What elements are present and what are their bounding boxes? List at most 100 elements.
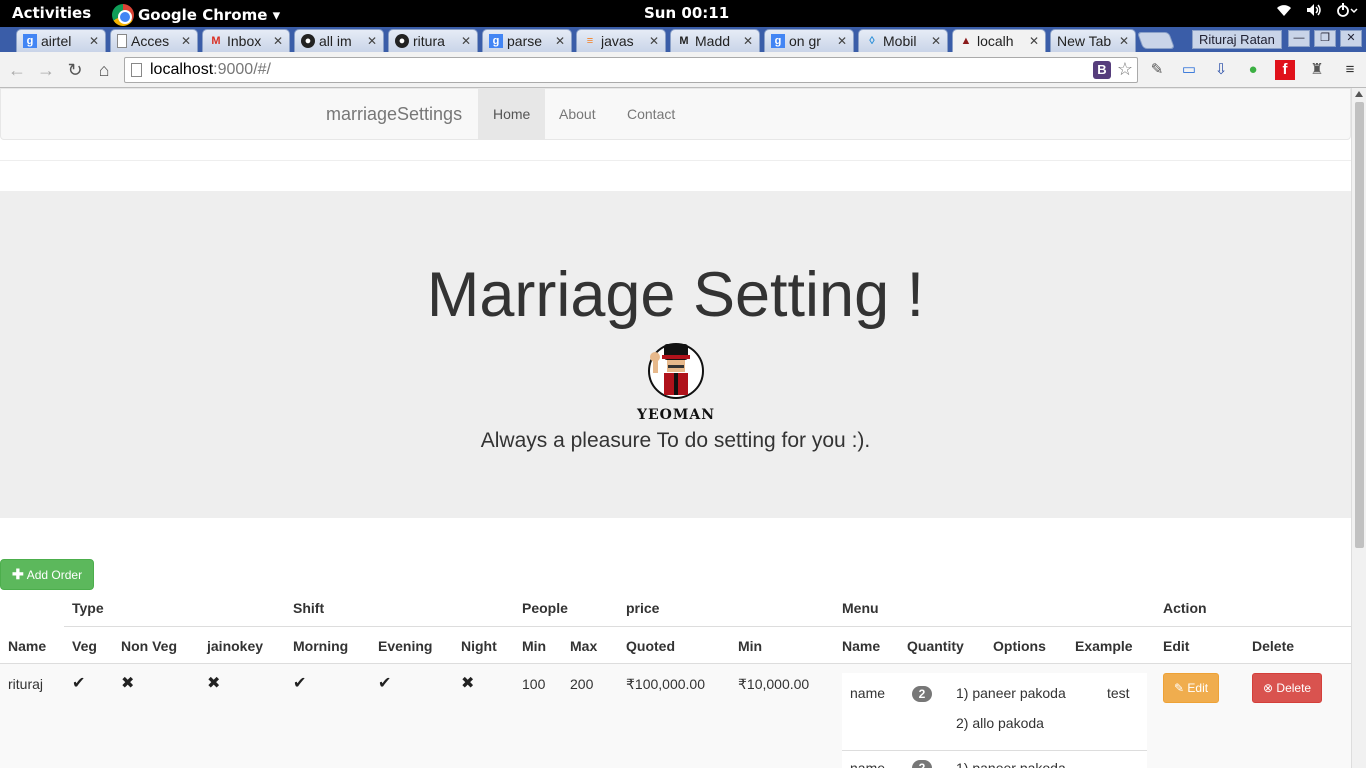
forward-arrow-icon[interactable]: → — [34, 58, 58, 82]
reload-icon[interactable]: ↻ — [63, 58, 87, 82]
wifi-icon[interactable] — [1276, 3, 1292, 21]
delete-label: Delete — [1276, 681, 1312, 695]
jumbotron: Marriage Setting ! YEOMAN Always a pleas… — [0, 191, 1351, 518]
menu-option: 2) allo pakoda — [956, 715, 1044, 731]
menu-subtable: name 2 1) paneer pakoda 2) allo pakoda t… — [842, 673, 1147, 768]
browser-tab[interactable]: g on gr ✕ — [764, 29, 854, 52]
page-viewport: marriageSettings Home About Contact Marr… — [0, 88, 1351, 768]
home-icon[interactable]: ⌂ — [92, 58, 116, 82]
navbar: marriageSettings Home About Contact — [0, 88, 1351, 140]
col-header-non-veg: Non Veg — [121, 638, 178, 654]
browser-tab[interactable]: M Inbox ✕ — [202, 29, 290, 52]
nav-contact[interactable]: Contact — [612, 89, 690, 140]
col-header-night: Night — [461, 638, 497, 654]
maximize-window-button[interactable]: ❐ — [1314, 30, 1336, 47]
check-icon: ✔ — [378, 675, 392, 692]
clock[interactable]: Sun 00:11 — [644, 4, 729, 22]
back-arrow-icon[interactable]: ← — [5, 58, 29, 82]
browser-tab-active[interactable]: ▲ localh ✕ — [952, 29, 1046, 52]
stackoverflow-icon: ≡ — [586, 35, 594, 47]
group-header-type: Type — [72, 600, 104, 616]
eyedropper-extension-icon[interactable]: ✎ — [1147, 60, 1167, 80]
quantity-badge: 2 — [912, 760, 932, 768]
browser-tab[interactable]: ● all im ✕ — [294, 29, 384, 52]
col-header-quoted: Quoted — [626, 638, 675, 654]
quantity-badge: 2 — [912, 686, 932, 702]
page-scrollbar[interactable] — [1351, 88, 1366, 768]
lead-text: Always a pleasure To do setting for you … — [480, 429, 871, 452]
scrollbar-thumb[interactable] — [1355, 102, 1364, 548]
download-extension-icon[interactable]: ⇩ — [1211, 60, 1231, 80]
group-header-price: price — [626, 600, 660, 616]
browser-tab[interactable]: Acces ✕ — [110, 29, 198, 52]
volume-icon[interactable] — [1306, 3, 1322, 21]
system-tray[interactable] — [1276, 3, 1358, 21]
browser-tab[interactable]: ◊ Mobil ✕ — [858, 29, 948, 52]
evernote-extension-icon[interactable]: ● — [1243, 60, 1263, 80]
github-icon: ● — [301, 34, 315, 48]
close-tab-icon[interactable]: ✕ — [459, 34, 473, 48]
group-header-menu: Menu — [842, 600, 879, 616]
cell-people-max: 200 — [570, 676, 594, 692]
menu-option: 1) paneer pakoda — [956, 760, 1066, 768]
activities-button[interactable]: Activities — [12, 4, 91, 22]
close-tab-icon[interactable]: ✕ — [87, 34, 101, 48]
menu-option: 1) paneer pakoda — [956, 685, 1066, 701]
app-menu[interactable]: Google Chrome ▾ — [112, 4, 280, 26]
browser-tab[interactable]: New Tab ✕ — [1050, 29, 1136, 52]
col-header-morning: Morning — [293, 638, 349, 654]
browser-tab[interactable]: g airtel ✕ — [16, 29, 106, 52]
profile-button[interactable]: Rituraj Ratan — [1192, 30, 1282, 49]
close-tab-icon[interactable]: ✕ — [1027, 34, 1041, 48]
plus-icon: ✚ — [12, 566, 24, 582]
bookmark-star-icon[interactable]: ☆ — [1117, 59, 1133, 80]
remove-circle-icon: ⊗ — [1263, 681, 1274, 695]
yeoman-wordmark: YEOMAN — [636, 407, 715, 423]
edit-button[interactable]: ✎ Edit — [1163, 673, 1220, 703]
close-tab-icon[interactable]: ✕ — [553, 34, 567, 48]
add-order-button[interactable]: ✚ Add Order — [0, 559, 95, 590]
col-header-options: Options — [993, 638, 1046, 654]
browser-toolbar: ← → ↻ ⌂ localhost:9000/#/ B ☆ ✎ ▭ ⇩ ● f … — [0, 52, 1366, 88]
close-tab-icon[interactable]: ✕ — [835, 34, 849, 48]
close-tab-icon[interactable]: ✕ — [929, 34, 943, 48]
close-tab-icon[interactable]: ✕ — [179, 34, 193, 48]
delete-button[interactable]: ⊗ Delete — [1252, 673, 1323, 703]
browser-tab[interactable]: ≡ javas ✕ — [576, 29, 666, 52]
framework-icon: ◊ — [869, 35, 875, 47]
pencil-icon: ✎ — [1174, 681, 1185, 695]
power-icon[interactable] — [1336, 3, 1358, 21]
bootstrap-extension-icon[interactable]: B — [1093, 61, 1111, 79]
flipboard-extension-icon[interactable]: f — [1275, 60, 1295, 80]
close-tab-icon[interactable]: ✕ — [365, 34, 379, 48]
chrome-menu-icon[interactable]: ≡ — [1340, 60, 1360, 80]
navbar-brand[interactable]: marriageSettings — [326, 104, 462, 125]
cross-icon: ✖ — [121, 675, 135, 692]
browser-tab[interactable]: g parse ✕ — [482, 29, 572, 52]
address-bar[interactable]: localhost:9000/#/ B ☆ — [124, 57, 1138, 83]
close-tab-icon[interactable]: ✕ — [741, 34, 755, 48]
check-icon: ✔ — [72, 675, 86, 692]
header-divider — [64, 626, 1351, 627]
yeoman-logo: YEOMAN — [628, 341, 724, 425]
close-tab-icon[interactable]: ✕ — [1117, 34, 1131, 48]
folder-extension-icon[interactable]: ▭ — [1179, 60, 1199, 80]
ghostery-extension-icon[interactable]: ♜ — [1307, 60, 1327, 80]
check-icon: ✔ — [293, 675, 307, 692]
close-tab-icon[interactable]: ✕ — [647, 34, 661, 48]
cell-price-quoted: ₹100,000.00 — [626, 676, 705, 692]
col-header-people-max: Max — [570, 638, 598, 654]
new-tab-button[interactable] — [1136, 32, 1176, 49]
close-window-button[interactable]: ✕ — [1340, 30, 1362, 47]
browser-tab[interactable]: M Madd ✕ — [670, 29, 760, 52]
cell-name: rituraj — [8, 676, 44, 692]
minimize-window-button[interactable]: — — [1288, 30, 1310, 47]
col-header-price-min: Min — [738, 638, 763, 654]
scroll-up-arrow-icon[interactable] — [1355, 91, 1363, 97]
nav-about[interactable]: About — [544, 89, 611, 140]
browser-tab[interactable]: ● ritura ✕ — [388, 29, 478, 52]
medium-icon: M — [679, 35, 689, 47]
cell-people-min: 100 — [522, 676, 546, 692]
close-tab-icon[interactable]: ✕ — [271, 34, 285, 48]
nav-home[interactable]: Home — [478, 89, 546, 140]
